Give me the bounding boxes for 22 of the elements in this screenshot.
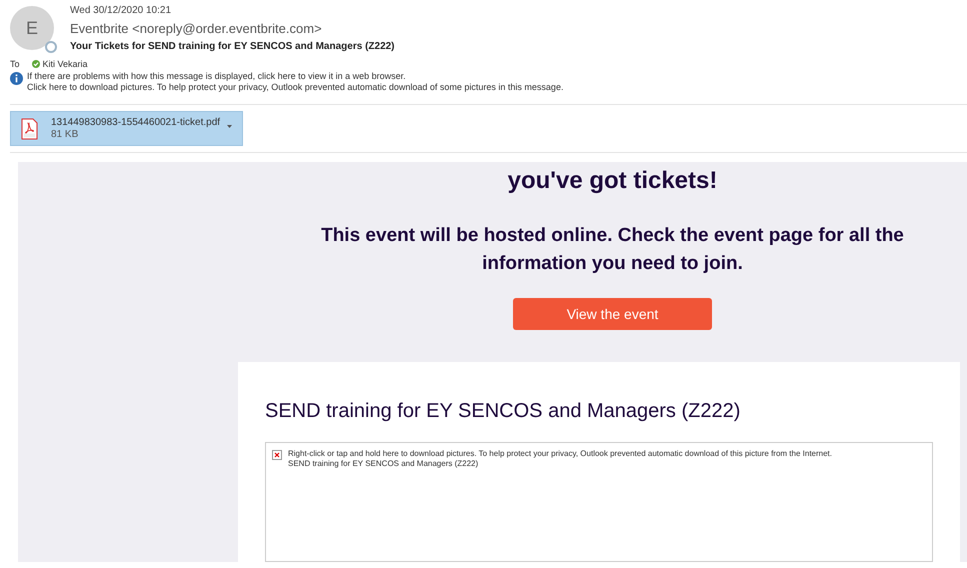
recipient[interactable]: Kiti Vekaria [42,58,88,70]
pdf-icon [21,118,38,140]
check-icon [32,60,40,68]
card-title: SEND training for EY SENCOS and Managers (Z222) [265,399,742,424]
attachment-size: 81 KB [51,128,80,140]
avatar: E [10,6,54,50]
info-message[interactable]: If there are problems with how this message is displayed, click here to view it in a web browser. [27,71,564,82]
subject: Your Tickets for SEND training for EY SENCOS and Managers (Z222) [70,40,395,54]
info-message[interactable]: Click here to download pictures. To help protect your privacy, Outlook prevented automatic download of some pictures in this message. [27,82,564,93]
broken-image-icon [272,450,282,460]
heading: you've got tickets! [508,166,718,196]
attachment[interactable]: 131449830983-1554460021-ticket.pdf 81 KB [10,111,243,146]
message: This event will be hosted online. Check the event page for all the information you need to join. [320,224,905,276]
sender: Eventbrite <noreply@order.eventbrite.com> [70,20,323,38]
blocked-image-text: Right-click or tap and hold here to download pictures. To help protect your privacy, Outlook prevented automatic download of this picture from the Internet. [288,449,832,459]
info-icon [10,72,23,85]
date: Wed 30/12/2020 10:21 [70,4,172,17]
attachment-name: 131449830983-1554460021-ticket.pdf [51,116,220,128]
blocked-image-text: SEND training for EY SENCOS and Managers (Z222) [288,459,480,469]
caret-icon[interactable] [227,125,232,128]
presence-icon [45,41,57,53]
to-label: To [10,58,20,70]
